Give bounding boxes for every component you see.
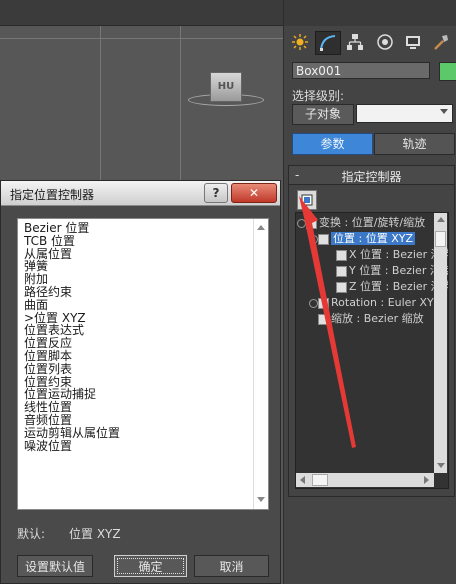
chevron-down-icon [440, 109, 448, 114]
tab-parameters[interactable]: 参数 [292, 133, 373, 155]
scroll-down-icon[interactable] [257, 497, 265, 502]
tree-item[interactable]: Y 位置 : Bezier 浮点 [336, 263, 448, 278]
scrollbar-thumb[interactable] [435, 231, 446, 247]
command-panel: Box001 选择级别: 子对象 参数 轨迹 - 指定控制器 变换 : 位置/旋… [283, 0, 456, 584]
controller-list-item[interactable]: 曲面 [24, 298, 252, 312]
scroll-up-icon[interactable] [437, 217, 445, 222]
list-vertical-scrollbar[interactable] [253, 219, 268, 509]
grid-line [100, 26, 101, 196]
display-icon [406, 36, 420, 49]
viewport-top-strip [0, 0, 283, 26]
viewcube[interactable]: HU [210, 72, 242, 102]
tree-item-selected[interactable]: 位置 : 位置 XYZ [318, 231, 415, 246]
controller-list-item[interactable]: 运动剪辑从属位置 [24, 426, 252, 440]
object-color-swatch[interactable] [439, 62, 456, 81]
scrollbar-thumb[interactable] [312, 474, 328, 486]
subobject-button[interactable]: 子对象 [292, 104, 354, 125]
tree-collapse-icon[interactable] [309, 235, 318, 244]
assign-position-controller-dialog: 指定位置控制器 ? ✕ Bezier 位置 TCB 位置 从属位置 弹簧 附加 路径约束曲… [0, 180, 281, 584]
create-icon [292, 34, 308, 50]
tab-hierarchy[interactable] [343, 31, 367, 53]
tab-motion[interactable] [373, 31, 397, 53]
assign-controller-rollout: - 指定控制器 变换 : 位置/旋转/缩放 位置 : 位置 XYZ X 位置 :… [288, 165, 455, 497]
help-button[interactable]: ? [204, 183, 228, 203]
tree-expand-icon[interactable] [309, 299, 318, 308]
object-name-field[interactable]: Box001 [292, 62, 430, 79]
subobject-dropdown[interactable] [356, 104, 453, 123]
motion-icon [377, 34, 393, 50]
tree-horizontal-scrollbar[interactable] [296, 473, 434, 487]
controller-tree[interactable]: 变换 : 位置/旋转/缩放 位置 : 位置 XYZ X 位置 : Bezier … [295, 212, 449, 489]
selection-level-label: 选择级别: [292, 89, 345, 103]
tab-utilities[interactable] [429, 31, 453, 53]
controller-list-items: Bezier 位置 TCB 位置 从属位置 弹簧 附加 路径约束 曲面 >位置 XYZ 位置表达… [24, 222, 252, 452]
cancel-button[interactable]: 取消 [194, 555, 269, 577]
controller-list-item[interactable]: TCB 位置 [24, 234, 252, 248]
tab-trajectories[interactable]: 轨迹 [374, 133, 455, 155]
command-panel-topbar [284, 0, 456, 26]
tree-item[interactable]: 缩放 : Bezier 缩放 [318, 311, 424, 326]
rollout-title: 指定控制器 [341, 170, 402, 184]
close-button[interactable]: ✕ [231, 183, 277, 203]
scroll-left-icon[interactable] [300, 476, 305, 484]
float-controller-icon [336, 249, 347, 261]
tab-create[interactable] [288, 31, 312, 53]
tree-item[interactable]: Rotation : Euler XYZ [318, 295, 441, 310]
float-controller-icon [336, 281, 347, 293]
rotation-icon [318, 297, 329, 309]
controller-list-item[interactable]: 路径约束 [24, 286, 252, 299]
scroll-up-icon[interactable] [257, 225, 265, 230]
dialog-titlebar[interactable]: 指定位置控制器 ? ✕ [1, 181, 280, 206]
ok-button[interactable]: 确定 [114, 555, 187, 577]
hierarchy-icon [347, 34, 363, 50]
controller-list-item[interactable]: Bezier 位置 [24, 222, 252, 235]
tab-modify[interactable] [315, 31, 341, 55]
tree-collapse-icon[interactable] [297, 219, 306, 228]
controller-list-item[interactable]: 弹簧 [24, 260, 252, 273]
controller-list[interactable]: Bezier 位置 TCB 位置 从属位置 弹簧 附加 路径约束 曲面 >位置 XYZ 位置表达… [17, 218, 269, 510]
tree-item[interactable]: X 位置 : Bezier 浮点 [336, 247, 448, 262]
grid-line [0, 38, 283, 39]
tree-item[interactable]: 变换 : 位置/旋转/缩放 [306, 215, 425, 230]
controller-list-item[interactable]: 音频位置 [24, 414, 252, 427]
transform-icon [306, 217, 317, 229]
controller-list-item[interactable]: 位置列表 [24, 362, 252, 376]
default-label: 默认: [17, 527, 46, 541]
position-icon [318, 233, 329, 245]
modify-icon [320, 35, 336, 51]
scale-icon [318, 313, 329, 325]
tree-vertical-scrollbar[interactable] [434, 213, 447, 473]
tree-item[interactable]: Z 位置 : Bezier 浮点 [336, 279, 448, 294]
assign-controller-icon [301, 194, 313, 206]
default-value: 位置 XYZ [69, 527, 121, 541]
scroll-down-icon[interactable] [437, 463, 445, 468]
utilities-icon [434, 35, 448, 50]
tab-display[interactable] [401, 31, 425, 53]
controller-list-item[interactable]: 位置脚本 [24, 350, 252, 363]
scroll-right-icon[interactable] [424, 476, 429, 484]
set-default-button[interactable]: 设置默认值 [17, 555, 93, 577]
float-controller-icon [336, 265, 347, 277]
assign-controller-button[interactable] [297, 190, 317, 210]
controller-list-item[interactable]: 从属位置 [24, 247, 252, 261]
controller-list-item[interactable]: 噪波位置 [24, 439, 252, 453]
rollout-header[interactable]: - 指定控制器 [289, 166, 454, 185]
dialog-title: 指定位置控制器 [10, 188, 95, 202]
grid-line [180, 26, 181, 196]
